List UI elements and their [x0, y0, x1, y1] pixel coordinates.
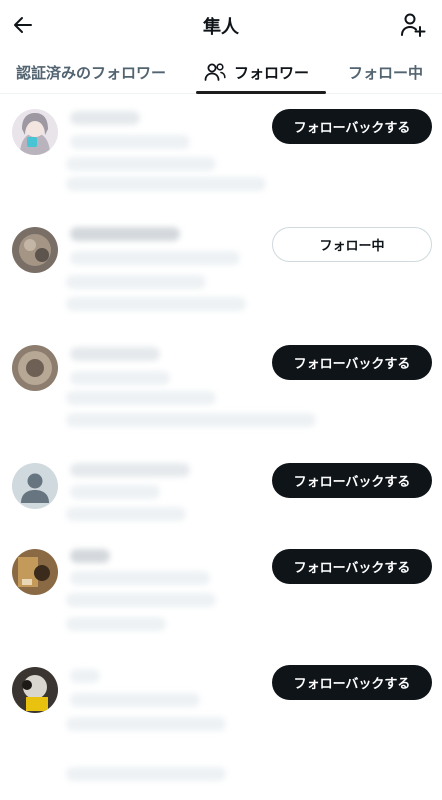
avatar[interactable]	[12, 549, 58, 595]
blurred-name	[70, 463, 190, 477]
top-bar: 隼人	[0, 0, 442, 50]
blurred-handle	[70, 135, 190, 149]
blurred-handle	[70, 693, 200, 707]
blurred-name	[70, 549, 110, 563]
blurred-name	[70, 111, 140, 125]
add-user-button[interactable]	[398, 10, 428, 40]
list-item[interactable]: フォローバックする	[0, 535, 442, 653]
blurred-bio	[66, 177, 266, 191]
blurred-handle	[70, 251, 240, 265]
page-title: 隼人	[203, 17, 239, 38]
blurred-handle	[70, 371, 170, 385]
blurred-bio	[66, 275, 206, 289]
tab-following[interactable]: フォロー中	[348, 50, 423, 94]
default-avatar-icon	[12, 463, 58, 509]
blurred-handle	[70, 485, 160, 499]
avatar[interactable]	[12, 227, 58, 273]
list-item[interactable]: フォローバックする	[0, 653, 442, 800]
follow-back-button[interactable]: フォローバックする	[272, 345, 432, 380]
people-icon	[204, 62, 226, 82]
blurred-bio	[66, 507, 186, 521]
blurred-bio	[66, 767, 226, 781]
follow-back-button[interactable]: フォローバックする	[272, 109, 432, 144]
blurred-name	[70, 227, 180, 241]
list-item[interactable]: フォロー中	[0, 213, 442, 331]
avatar[interactable]	[12, 109, 58, 155]
following-button[interactable]: フォロー中	[272, 227, 432, 262]
tab-label: 認証済みのフォロワー	[16, 63, 167, 82]
blurred-bio	[66, 617, 166, 631]
follow-back-button[interactable]: フォローバックする	[272, 549, 432, 584]
blurred-bio	[66, 297, 246, 311]
blurred-bio	[66, 717, 226, 731]
tab-bar: 認証済みのフォロワー フォロワー フォロー中	[0, 50, 442, 94]
blurred-bio	[66, 391, 216, 405]
blurred-bio	[66, 593, 216, 607]
follow-back-button[interactable]: フォローバックする	[272, 463, 432, 498]
person-add-icon	[401, 13, 426, 37]
blurred-bio	[66, 157, 216, 171]
tab-label: フォロワー	[234, 63, 310, 82]
blurred-name	[70, 347, 160, 361]
tab-verified-followers[interactable]: 認証済みのフォロワー	[16, 50, 166, 94]
blurred-name	[70, 669, 100, 683]
list-item[interactable]: フォローバックする	[0, 331, 442, 449]
tab-label: フォロー中	[348, 63, 424, 82]
list-item[interactable]: フォローバックする	[0, 95, 442, 213]
follow-back-button[interactable]: フォローバックする	[272, 665, 432, 700]
tab-followers[interactable]: フォロワー	[204, 50, 309, 94]
blurred-bio	[66, 413, 316, 427]
avatar[interactable]	[12, 667, 58, 713]
active-tab-indicator	[196, 91, 326, 94]
avatar[interactable]	[12, 463, 58, 509]
list-item[interactable]: フォローバックする	[0, 449, 442, 535]
blurred-handle	[70, 571, 210, 585]
avatar[interactable]	[12, 345, 58, 391]
